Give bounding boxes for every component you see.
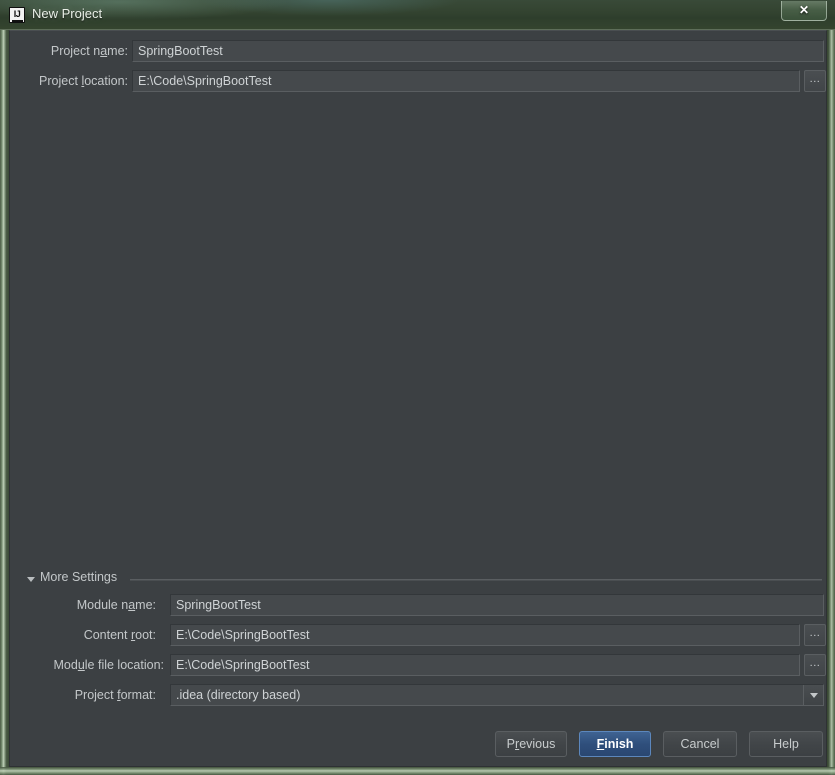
project-name-input[interactable] [132,40,824,62]
module-file-location-browse-button[interactable]: ... [804,654,826,676]
previous-button[interactable]: Previous [495,731,567,757]
dialog-content-panel: Project name: Project location: ... More… [9,30,827,767]
cancel-button[interactable]: Cancel [663,731,737,757]
module-file-location-row: Module file location: ... [24,654,826,676]
intellij-idea-icon: IJ [9,7,25,23]
content-root-browse-button[interactable]: ... [804,624,826,646]
module-name-row: Module name: [24,594,824,616]
triangle-down-icon[interactable] [27,577,35,582]
dialog-button-bar: Previous Finish Cancel Help [10,727,826,767]
project-location-label: Project location: [39,74,128,88]
project-format-select[interactable]: .idea (directory based) [170,684,824,706]
project-location-browse-button[interactable]: ... [804,70,826,92]
window-border-left [0,0,9,775]
project-format-row: Project format: .idea (directory based) [24,684,824,706]
project-format-selected-value: .idea (directory based) [176,688,301,702]
chevron-down-icon[interactable] [803,685,823,705]
window-title: New Project [32,6,103,21]
content-root-row: Content root: ... [24,624,826,646]
project-name-label: Project name: [50,44,128,58]
new-project-dialog-window: IJ New Project ✕ Project name: Project l… [0,0,835,775]
content-root-input[interactable] [170,624,800,646]
close-button[interactable]: ✕ [781,1,827,21]
window-border-bottom [0,767,835,775]
project-name-row: Project name: [24,40,824,62]
more-settings-section-header[interactable]: More Settings [22,570,822,589]
module-name-input[interactable] [170,594,824,616]
section-separator [130,579,822,581]
project-format-label: Project format: [74,688,156,702]
more-settings-label[interactable]: More Settings [40,570,117,584]
window-border-right [827,0,835,775]
project-location-input[interactable] [132,70,800,92]
finish-button[interactable]: Finish [579,731,651,757]
project-location-row: Project location: ... [24,70,826,92]
module-file-location-input[interactable] [170,654,800,676]
title-bar[interactable]: IJ New Project ✕ [0,0,835,30]
content-root-label: Content root: [83,628,156,642]
module-file-location-label: Module file location: [53,658,165,672]
module-name-label: Module name: [76,598,156,612]
help-button[interactable]: Help [749,731,823,757]
